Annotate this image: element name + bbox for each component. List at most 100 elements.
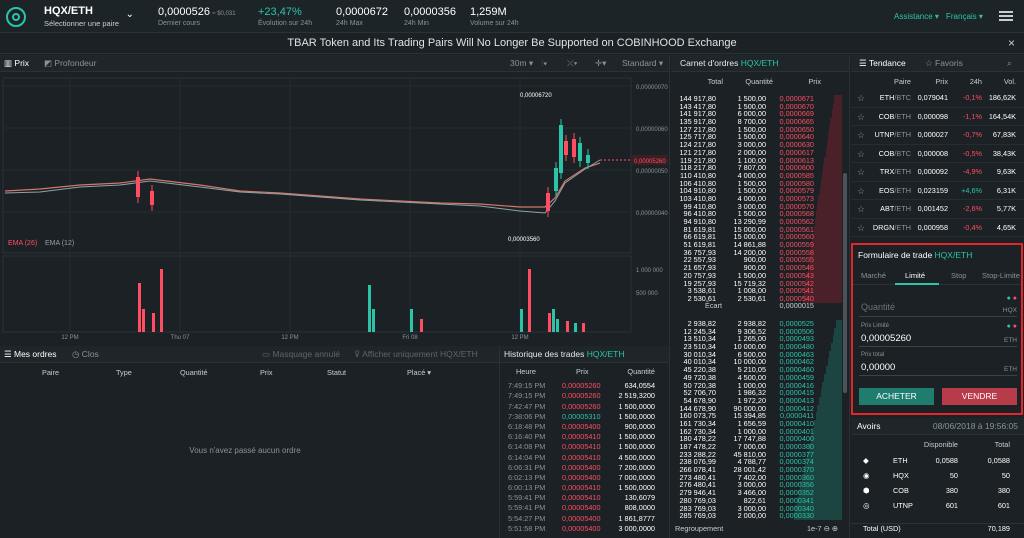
- indicator-icon[interactable]: ⫶▾: [541, 55, 547, 72]
- tab-stop[interactable]: Stop: [951, 271, 966, 280]
- candle: [554, 168, 558, 191]
- volume-bar: [574, 323, 577, 332]
- tab-market[interactable]: Marché: [861, 271, 886, 280]
- current-price-label: 0,00005260: [634, 159, 666, 165]
- volume-bar: [160, 269, 163, 332]
- trend-row[interactable]: ☆ TRX/ETH 0,000092 -4,9% 9,63K: [851, 163, 1024, 182]
- price-plot-frame: [2, 77, 632, 254]
- crosshair-icon[interactable]: ✛▾: [595, 55, 606, 72]
- chevron-down-icon: ⌄: [125, 9, 134, 20]
- star-icon[interactable]: ☆: [857, 145, 865, 164]
- tab-favorites[interactable]: ☆ Favoris: [925, 55, 963, 72]
- trend-header: ☰ Tendance ☆ Favoris ⌕: [851, 55, 1024, 72]
- pair-selector[interactable]: HQX/ETH Sélectionner une paire ⌄: [44, 5, 136, 29]
- asset-row: ◉ HQX 50 50: [851, 468, 1024, 483]
- trend-columns: Paire Prix 24h Vol.: [893, 77, 1016, 86]
- style-select[interactable]: Standard ▾: [622, 55, 663, 72]
- star-icon[interactable]: ☆: [857, 108, 865, 127]
- hide-cancelled-toggle[interactable]: ▭ Masquage annulé: [262, 346, 340, 363]
- trend-row[interactable]: ☆ COB/ETH 0,000098 -1,1% 164,54K: [851, 108, 1024, 127]
- volume-bar: [138, 283, 141, 332]
- col-placed[interactable]: Placé ▾: [407, 368, 431, 377]
- trade-form-panel: Formulaire de trade HQX/ETH Marché Limit…: [851, 243, 1023, 415]
- col-quantity[interactable]: Quantité: [180, 368, 208, 377]
- col-pair[interactable]: Paire: [42, 368, 59, 377]
- limit-price-field[interactable]: Prix Limité 0,00005260 ETH ● ●: [859, 323, 1017, 347]
- coin-icon: ◎: [863, 501, 870, 511]
- asks-list: 144 917,80 1 500,00 0,0000671 143 417,80 1 5…: [671, 95, 842, 303]
- orders-panel: ☰ Mes ordres ◷ Clos ▭ Masquage annulé ⊽ …: [0, 346, 500, 538]
- volume-bar: [520, 309, 523, 332]
- grouping-control[interactable]: Regroupement 1e-7 ⊖ ⊕: [675, 524, 845, 533]
- tab-depth[interactable]: ◩ Profondeur: [44, 55, 96, 72]
- close-icon[interactable]: ×: [1008, 36, 1015, 50]
- order-book-header: Carnet d'ordres HQX/ETH: [671, 55, 849, 72]
- ema12-line: [4, 159, 601, 214]
- high-price-label: 0,00006720: [520, 93, 552, 99]
- col-status[interactable]: Statut: [327, 368, 346, 377]
- assets-total: Total (USD) 70,189: [851, 523, 1024, 533]
- volume-bar: [552, 309, 555, 332]
- quantity-field[interactable]: Quantité HQX ● ●: [859, 293, 1017, 317]
- draw-tool-icon[interactable]: ⤫▾: [567, 55, 577, 72]
- high-24h: 0,0000672 24h Max: [336, 6, 388, 27]
- star-icon[interactable]: ☆: [857, 200, 865, 219]
- star-icon[interactable]: ☆: [857, 89, 865, 108]
- trend-row[interactable]: ☆ COB/BTC 0,000008 -0,5% 38,43K: [851, 145, 1024, 164]
- star-icon[interactable]: ☆: [857, 182, 865, 201]
- bids-list: 2 938,82 2 938,82 0,0000525 12 245,34 9 306,…: [671, 320, 842, 520]
- star-icon[interactable]: ☆: [857, 219, 865, 238]
- history-icon: ◷: [72, 349, 80, 359]
- trend-row[interactable]: ☆ ABT/ETH 0,001452 -2,6% 5,77K: [851, 200, 1024, 219]
- last-price: 0,0000526 ≈ $0,031 Dernier cours: [158, 6, 236, 27]
- logo-icon[interactable]: [6, 7, 26, 27]
- plus-icon[interactable]: ⊕: [832, 524, 838, 533]
- filter-pair-toggle[interactable]: ⊽ Afficher uniquement HQX/ETH: [354, 346, 478, 363]
- trade-history-panel: Historique des trades HQX/ETH Heure Prix…: [500, 346, 670, 538]
- x-tick-label: 12 PM: [511, 335, 528, 341]
- tab-price[interactable]: ▥ Prix: [4, 55, 29, 72]
- tab-limit-underline: [895, 283, 939, 285]
- announcement-banner[interactable]: TBAR Token and Its Trading Pairs Will No…: [0, 33, 1024, 54]
- assets-columns: Disponible Total: [923, 440, 1010, 449]
- tab-limit[interactable]: Limité: [905, 271, 925, 280]
- search-icon[interactable]: ⌕: [1007, 55, 1012, 72]
- trend-row[interactable]: ☆ DRGN/ETH 0,000958 -0,4% 4,65K: [851, 219, 1024, 238]
- order-book-scrollbar[interactable]: [843, 173, 847, 393]
- assistance-menu[interactable]: Assistance ▾: [894, 12, 939, 21]
- price-chart[interactable]: 0,00000070 0,00000060 0,00000050 0,00000040…: [0, 73, 669, 345]
- trend-row[interactable]: ☆ ETH/BTC 0,079041 -0,1% 186,62K: [851, 89, 1024, 108]
- volume-bar: [368, 285, 371, 332]
- y-tick-label: 0,00000060: [636, 127, 668, 133]
- x-tick-label: 12 PM: [61, 335, 78, 341]
- star-icon[interactable]: ☆: [857, 163, 865, 182]
- col-type[interactable]: Type: [116, 368, 132, 377]
- top-bar: HQX/ETH Sélectionner une paire ⌄ 0,00005…: [0, 0, 1024, 33]
- tab-stop-limit[interactable]: Stop-Limite: [982, 271, 1020, 280]
- tab-trend[interactable]: ☰ Tendance: [859, 55, 906, 72]
- trend-row[interactable]: ☆ EOS/ETH 0,023159 +4,6% 6,31K: [851, 182, 1024, 201]
- history-row: 6:00:13 PM 0,00005410 1 500,0000: [508, 483, 655, 493]
- history-list: 7:49:15 PM 0,00005260 634,0554 7:49:15 PM 0,…: [500, 381, 669, 534]
- x-tick-label: 12 PM: [281, 335, 298, 341]
- trend-row[interactable]: ☆ UTNP/ETH 0,000027 -0,7% 67,83K: [851, 126, 1024, 145]
- sell-button[interactable]: VENDRE: [942, 388, 1017, 405]
- volume-bar: [556, 319, 559, 332]
- minus-icon[interactable]: ⊖: [824, 524, 830, 533]
- tab-closed[interactable]: ◷ Clos: [72, 346, 99, 363]
- hamburger-menu-icon[interactable]: [999, 11, 1013, 21]
- col-price[interactable]: Prix: [260, 368, 273, 377]
- bid-row[interactable]: 285 769,03 2 000,00 0,0000330: [671, 512, 842, 520]
- tab-my-orders[interactable]: ☰ Mes ordres: [4, 346, 57, 363]
- star-icon[interactable]: ☆: [857, 126, 865, 145]
- language-menu[interactable]: Français ▾: [946, 12, 983, 21]
- trade-form-title: Formulaire de trade HQX/ETH: [858, 250, 973, 260]
- list-icon: ☰: [4, 349, 12, 359]
- change-24h: +23,47% Évolution sur 24h: [258, 6, 313, 27]
- volume-bar: [142, 309, 145, 332]
- total-price-field[interactable]: Prix total 0,00000 ETH: [859, 352, 1017, 376]
- volume-bar: [582, 323, 585, 332]
- buy-button[interactable]: ACHETER: [859, 388, 934, 405]
- pair-subtitle: Sélectionner une paire: [44, 19, 120, 28]
- interval-select[interactable]: 30m ▾: [510, 55, 533, 72]
